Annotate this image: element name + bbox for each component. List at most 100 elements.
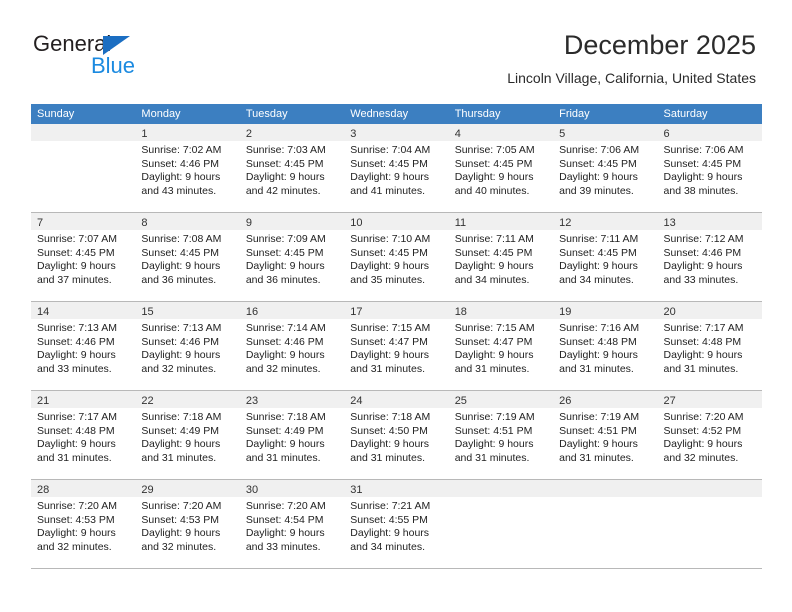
sunset-text: Sunset: 4:45 PM	[141, 246, 220, 259]
sunrise-text: Sunrise: 7:18 AM	[141, 411, 222, 423]
daylight-text-line2: and 32 minutes.	[37, 540, 112, 553]
day-cell[interactable]: 2 Sunrise: 7:03 AM Sunset: 4:45 PM Dayli…	[239, 124, 345, 212]
daylight-text-line1: Daylight: 9 hours	[141, 349, 221, 362]
day-info: Sunrise: 7:18 AM Sunset: 4:50 PM Dayligh…	[344, 408, 448, 465]
sunrise-text: Sunrise: 7:06 AM	[559, 144, 640, 156]
day-info: Sunrise: 7:15 AM Sunset: 4:47 PM Dayligh…	[449, 319, 553, 376]
day-number-band: 25	[448, 391, 554, 408]
day-cell[interactable]: 9 Sunrise: 7:09 AM Sunset: 4:45 PM Dayli…	[239, 213, 345, 301]
day-cell[interactable]: 31 Sunrise: 7:21 AM Sunset: 4:55 PM Dayl…	[344, 480, 449, 568]
day-number-band: 14	[31, 302, 136, 319]
day-number: 20	[663, 306, 676, 318]
day-number: 7	[37, 217, 44, 229]
day-number: 17	[350, 306, 363, 318]
day-info: Sunrise: 7:20 AM Sunset: 4:53 PM Dayligh…	[31, 497, 135, 554]
day-cell[interactable]: 6 Sunrise: 7:06 AM Sunset: 4:45 PM Dayli…	[657, 124, 762, 212]
day-cell[interactable]: 29 Sunrise: 7:20 AM Sunset: 4:53 PM Dayl…	[135, 480, 240, 568]
day-number-band: 23	[239, 391, 345, 408]
daylight-text-line1: Daylight: 9 hours	[37, 260, 116, 273]
day-number: 31	[350, 484, 363, 496]
day-number-band: 21	[31, 391, 136, 408]
daylight-text-line2: and 31 minutes.	[350, 362, 425, 375]
daylight-text-line1: Daylight: 9 hours	[454, 349, 534, 362]
day-cell[interactable]: 5 Sunrise: 7:06 AM Sunset: 4:45 PM Dayli…	[553, 124, 658, 212]
daylight-text-line1: Daylight: 9 hours	[350, 349, 430, 362]
day-cell[interactable]: 1 Sunrise: 7:02 AM Sunset: 4:46 PM Dayli…	[135, 124, 240, 212]
sunset-text: Sunset: 4:45 PM	[245, 246, 324, 259]
daylight-text-line2: and 31 minutes.	[141, 451, 217, 464]
day-cell[interactable]: 19 Sunrise: 7:16 AM Sunset: 4:48 PM Dayl…	[553, 302, 658, 390]
day-cell[interactable]: 12 Sunrise: 7:11 AM Sunset: 4:45 PM Dayl…	[553, 213, 658, 301]
day-info: Sunrise: 7:19 AM Sunset: 4:51 PM Dayligh…	[449, 408, 553, 465]
day-number: 13	[663, 217, 676, 229]
sunrise-text: Sunrise: 7:15 AM	[454, 322, 535, 334]
general-blue-logo[interactable]: General Blue	[33, 32, 203, 82]
week-row: 7 Sunrise: 7:07 AM Sunset: 4:45 PM Dayli…	[31, 213, 762, 302]
day-cell[interactable]	[657, 480, 762, 568]
sunset-text: Sunset: 4:45 PM	[663, 157, 742, 170]
day-cell[interactable]: 24 Sunrise: 7:18 AM Sunset: 4:50 PM Dayl…	[344, 391, 449, 479]
day-cell[interactable]: 7 Sunrise: 7:07 AM Sunset: 4:45 PM Dayli…	[31, 213, 136, 301]
day-cell[interactable]: 26 Sunrise: 7:19 AM Sunset: 4:51 PM Dayl…	[553, 391, 658, 479]
day-info: Sunrise: 7:17 AM Sunset: 4:48 PM Dayligh…	[31, 408, 135, 465]
day-cell[interactable]: 15 Sunrise: 7:13 AM Sunset: 4:46 PM Dayl…	[135, 302, 240, 390]
daylight-text-line1: Daylight: 9 hours	[350, 171, 430, 184]
day-number: 27	[663, 395, 676, 407]
day-number: 10	[350, 217, 363, 229]
calendar-grid: Sunday Monday Tuesday Wednesday Thursday…	[31, 104, 762, 569]
day-number-band: 30	[239, 480, 345, 497]
sunset-text: Sunset: 4:50 PM	[350, 424, 428, 437]
day-cell[interactable]: 25 Sunrise: 7:19 AM Sunset: 4:51 PM Dayl…	[448, 391, 554, 479]
day-cell[interactable]: 20 Sunrise: 7:17 AM Sunset: 4:48 PM Dayl…	[657, 302, 762, 390]
day-cell[interactable]: 13 Sunrise: 7:12 AM Sunset: 4:46 PM Dayl…	[657, 213, 762, 301]
day-number-band: 31	[344, 480, 449, 497]
sunrise-text: Sunrise: 7:21 AM	[350, 500, 431, 512]
day-number-band: 6	[657, 124, 762, 141]
day-cell[interactable]: 23 Sunrise: 7:18 AM Sunset: 4:49 PM Dayl…	[239, 391, 345, 479]
day-cell[interactable]: 16 Sunrise: 7:14 AM Sunset: 4:46 PM Dayl…	[239, 302, 345, 390]
day-info: Sunrise: 7:08 AM Sunset: 4:45 PM Dayligh…	[135, 230, 239, 287]
day-cell[interactable]	[448, 480, 554, 568]
day-cell[interactable]: 14 Sunrise: 7:13 AM Sunset: 4:46 PM Dayl…	[31, 302, 136, 390]
day-cell[interactable]: 4 Sunrise: 7:05 AM Sunset: 4:45 PM Dayli…	[448, 124, 554, 212]
day-number: 16	[245, 306, 259, 318]
day-cell[interactable]: 30 Sunrise: 7:20 AM Sunset: 4:54 PM Dayl…	[239, 480, 345, 568]
day-number: 25	[454, 395, 467, 407]
day-info: Sunrise: 7:12 AM Sunset: 4:46 PM Dayligh…	[658, 230, 762, 287]
sunset-text: Sunset: 4:51 PM	[559, 424, 637, 437]
sunset-text: Sunset: 4:51 PM	[454, 424, 533, 437]
sunset-text: Sunset: 4:53 PM	[37, 513, 115, 526]
sunset-text: Sunset: 4:45 PM	[559, 246, 637, 259]
day-cell[interactable]: 28 Sunrise: 7:20 AM Sunset: 4:53 PM Dayl…	[31, 480, 136, 568]
day-number-band: 28	[31, 480, 136, 497]
day-number: 24	[350, 395, 363, 407]
day-cell[interactable]: 8 Sunrise: 7:08 AM Sunset: 4:45 PM Dayli…	[135, 213, 240, 301]
daylight-text-line2: and 31 minutes.	[559, 451, 634, 464]
day-number-band: 26	[553, 391, 658, 408]
sunset-text: Sunset: 4:52 PM	[663, 424, 742, 437]
sunset-text: Sunset: 4:55 PM	[350, 513, 428, 526]
day-cell[interactable]	[31, 124, 136, 212]
sunrise-text: Sunrise: 7:06 AM	[663, 144, 744, 156]
sunset-text: Sunset: 4:46 PM	[37, 335, 115, 348]
sunset-text: Sunset: 4:47 PM	[454, 335, 533, 348]
daylight-text-line2: and 31 minutes.	[559, 362, 634, 375]
day-cell[interactable]: 11 Sunrise: 7:11 AM Sunset: 4:45 PM Dayl…	[448, 213, 554, 301]
sunrise-text: Sunrise: 7:08 AM	[141, 233, 222, 245]
day-cell[interactable]: 3 Sunrise: 7:04 AM Sunset: 4:45 PM Dayli…	[344, 124, 449, 212]
day-cell[interactable]	[553, 480, 658, 568]
daylight-text-line2: and 32 minutes.	[663, 451, 739, 464]
day-cell[interactable]: 22 Sunrise: 7:18 AM Sunset: 4:49 PM Dayl…	[135, 391, 240, 479]
day-cell[interactable]: 17 Sunrise: 7:15 AM Sunset: 4:47 PM Dayl…	[344, 302, 449, 390]
day-number-band: 10	[344, 213, 449, 230]
day-number: 11	[454, 217, 467, 229]
sunrise-text: Sunrise: 7:02 AM	[141, 144, 222, 156]
daylight-text-line1: Daylight: 9 hours	[663, 171, 743, 184]
day-cell[interactable]: 21 Sunrise: 7:17 AM Sunset: 4:48 PM Dayl…	[31, 391, 136, 479]
weekday-header-monday: Monday	[141, 108, 181, 120]
day-cell[interactable]: 10 Sunrise: 7:10 AM Sunset: 4:45 PM Dayl…	[344, 213, 449, 301]
day-cell[interactable]: 18 Sunrise: 7:15 AM Sunset: 4:47 PM Dayl…	[448, 302, 554, 390]
sunset-text: Sunset: 4:45 PM	[559, 157, 637, 170]
page-header: General Blue December 2025 Lincoln Villa…	[0, 0, 792, 100]
day-cell[interactable]: 27 Sunrise: 7:20 AM Sunset: 4:52 PM Dayl…	[657, 391, 762, 479]
